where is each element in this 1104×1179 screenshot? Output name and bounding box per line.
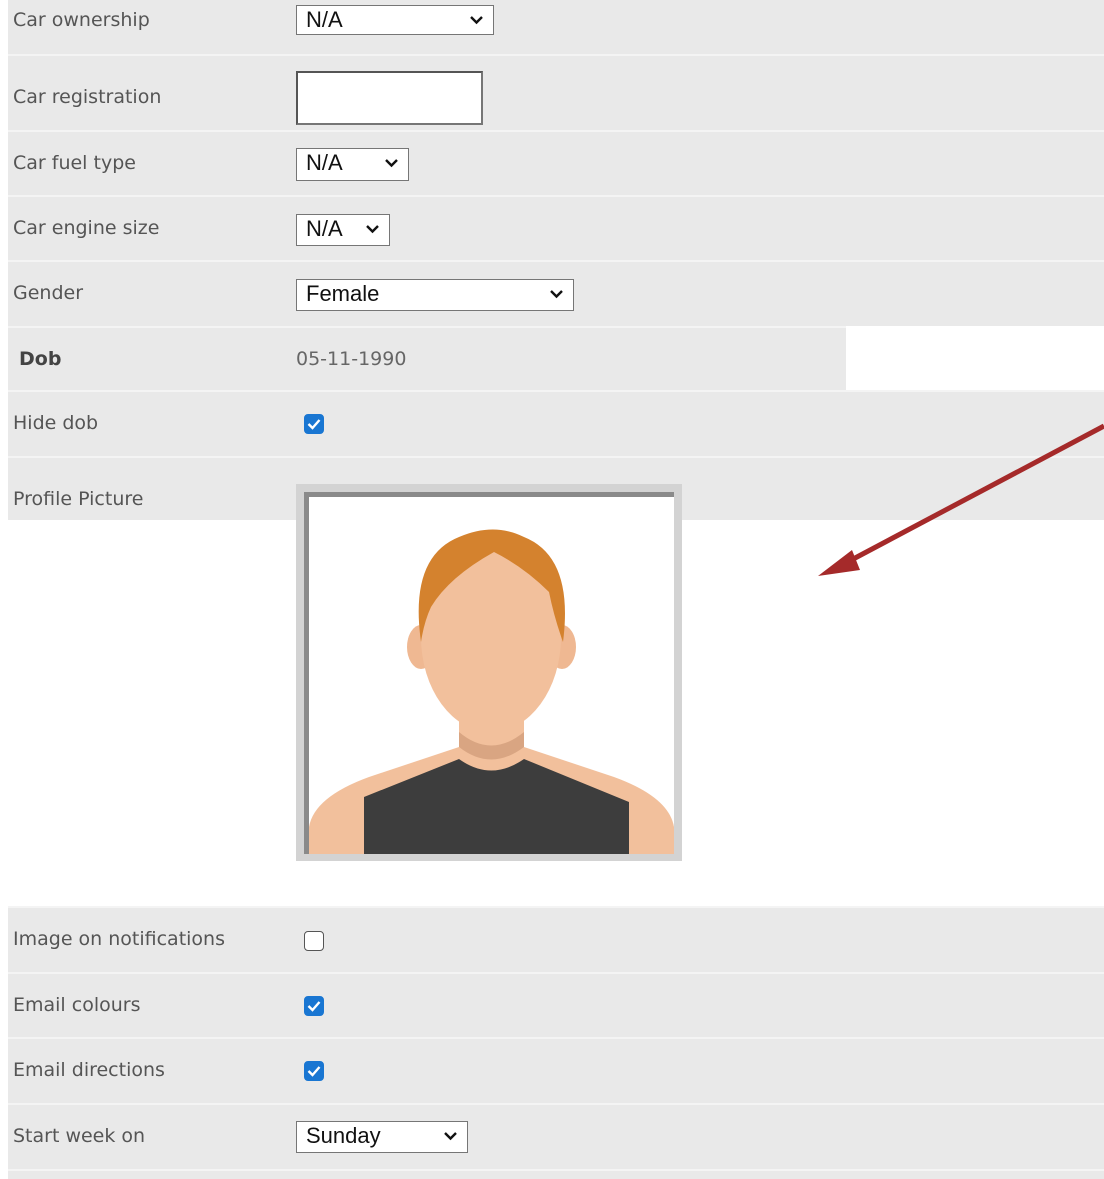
dob-label: Dob	[19, 348, 62, 370]
person-avatar-icon	[309, 529, 674, 854]
row-dob: Dob 05-11-1990	[8, 326, 846, 390]
profile-picture-image	[304, 492, 674, 854]
email-directions-checkbox[interactable]	[304, 1061, 324, 1081]
red-arrow-icon	[818, 423, 1104, 576]
car-ownership-value: N/A	[306, 7, 343, 32]
checkmark-icon	[307, 1001, 321, 1012]
hide-dob-checkbox[interactable]	[304, 414, 324, 434]
car-fuel-type-value: N/A	[306, 150, 343, 175]
image-on-notifications-label: Image on notifications	[13, 928, 225, 950]
chevron-down-icon	[385, 159, 398, 168]
profile-picture[interactable]	[296, 484, 682, 861]
gender-label: Gender	[13, 282, 84, 304]
image-on-notifications-checkbox[interactable]	[304, 931, 324, 951]
car-registration-label: Car registration	[13, 86, 162, 108]
row-image-on-notifications: Image on notifications	[8, 906, 1104, 972]
car-ownership-select[interactable]: N/A	[296, 5, 494, 35]
email-directions-label: Email directions	[13, 1059, 165, 1081]
chevron-down-icon	[444, 1132, 457, 1141]
row-car-engine-size: Car engine size N/A	[8, 195, 1104, 260]
start-week-on-select[interactable]: Sunday	[296, 1121, 468, 1153]
chevron-down-icon	[470, 16, 483, 25]
email-colours-label: Email colours	[13, 994, 141, 1016]
row-next-partial	[8, 1169, 1104, 1179]
row-car-fuel-type: Car fuel type N/A	[8, 130, 1104, 195]
chevron-down-icon	[366, 225, 379, 234]
row-car-ownership: Car ownership N/A	[8, 0, 1104, 54]
gender-value: Female	[306, 281, 380, 306]
start-week-on-label: Start week on	[13, 1125, 146, 1147]
row-email-directions: Email directions	[8, 1037, 1104, 1103]
row-start-week-on: Start week on Sunday	[8, 1103, 1104, 1169]
car-registration-input[interactable]	[296, 71, 483, 125]
start-week-on-value: Sunday	[306, 1123, 381, 1148]
car-fuel-type-select[interactable]: N/A	[296, 148, 409, 181]
car-ownership-label: Car ownership	[13, 9, 150, 31]
chevron-down-icon	[550, 290, 563, 299]
car-fuel-type-label: Car fuel type	[13, 152, 136, 174]
car-engine-size-select[interactable]: N/A	[296, 214, 390, 246]
gender-select[interactable]: Female	[296, 279, 574, 311]
row-email-colours: Email colours	[8, 972, 1104, 1037]
car-engine-size-value: N/A	[306, 216, 343, 241]
checkmark-icon	[307, 1066, 321, 1077]
row-car-registration: Car registration	[8, 54, 1104, 130]
car-engine-size-label: Car engine size	[13, 217, 160, 239]
checkmark-icon	[307, 419, 321, 430]
row-gender: Gender Female	[8, 260, 1104, 326]
profile-picture-label: Profile Picture	[13, 488, 144, 510]
dob-value: 05-11-1990	[296, 348, 407, 370]
hide-dob-label: Hide dob	[13, 412, 99, 434]
email-colours-checkbox[interactable]	[304, 996, 324, 1016]
